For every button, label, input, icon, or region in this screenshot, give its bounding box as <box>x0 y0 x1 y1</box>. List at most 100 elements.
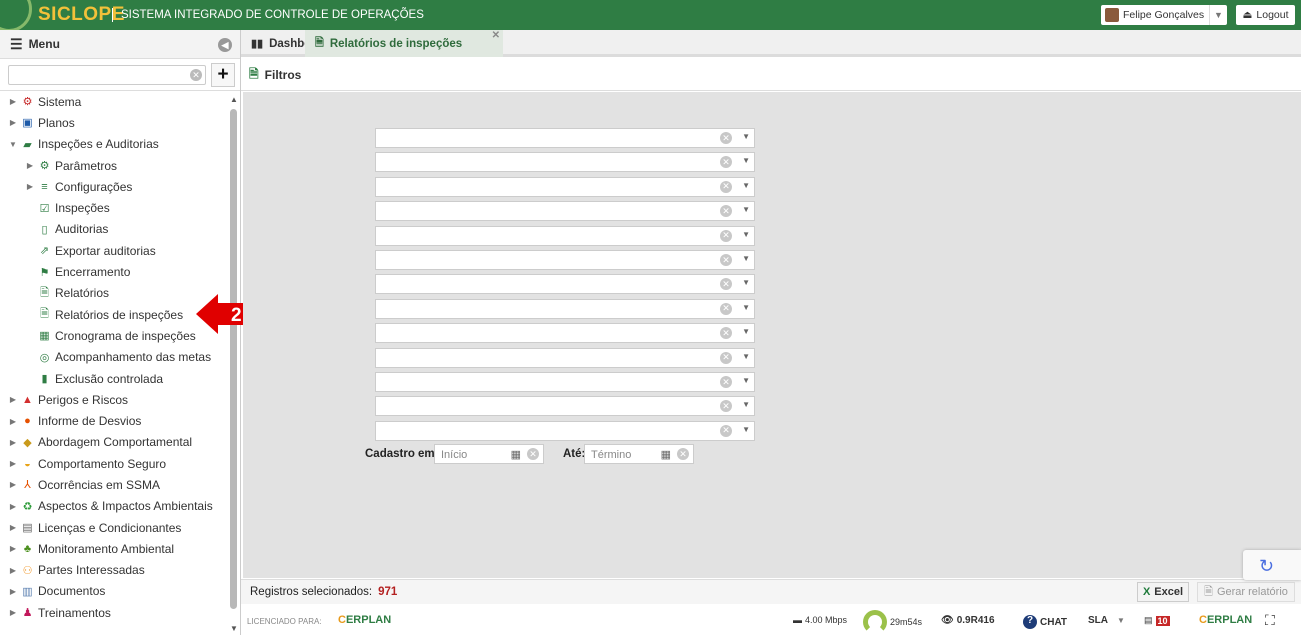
chevron-down-icon[interactable]: ▼ <box>742 156 750 165</box>
sidebar-item[interactable]: ▶ ♻ Aspectos & Impactos Ambientais <box>0 496 228 517</box>
sidebar-item[interactable]: ◎ Acompanhamento das metas <box>0 347 228 368</box>
caret-right-icon[interactable]: ▶ <box>8 544 18 553</box>
clear-icon[interactable]: ✕ <box>720 424 732 437</box>
clear-icon[interactable]: ✕ <box>720 400 732 413</box>
chevron-down-icon[interactable]: ▼ <box>742 352 750 361</box>
chevron-down-icon[interactable]: ▼ <box>742 254 750 263</box>
chevron-down-icon[interactable]: ▼ <box>742 376 750 385</box>
clear-icon[interactable]: ✕ <box>720 132 732 144</box>
filter-select[interactable]: ✕ ▼ <box>375 396 755 417</box>
sidebar-item[interactable]: ☑ Inspeções <box>0 197 228 218</box>
user-menu-button[interactable]: Felipe Gonçalves ▼ <box>1101 5 1227 25</box>
caret-right-icon[interactable]: ▶ <box>8 566 18 575</box>
filter-select[interactable]: ✕ ▼ <box>375 372 755 392</box>
caret-right-icon[interactable]: ▶ <box>8 502 18 511</box>
sidebar-item[interactable]: ▶ ⅄ Ocorrências em SSMA <box>0 474 228 495</box>
clear-icon[interactable]: ✕ <box>720 205 732 218</box>
clear-icon[interactable]: ✕ <box>720 180 732 193</box>
sidebar-item[interactable]: 🗎 Relatórios <box>0 283 228 304</box>
scroll-up-icon[interactable]: ▲ <box>230 95 238 104</box>
tab-relatorios-de-inspecoes[interactable]: 🗎 Relatórios de inspeções ✕ <box>305 30 503 57</box>
filter-select[interactable]: ✕ ▼ <box>375 176 755 197</box>
sidebar-item[interactable]: ▶ ▲ Perigos e Riscos <box>0 389 228 410</box>
sidebar-item[interactable]: ▮ Exclusão controlada <box>0 368 228 389</box>
sidebar-item[interactable]: ▶ ▥ Documentos <box>0 581 228 602</box>
chevron-down-icon[interactable]: ▼ <box>742 425 750 434</box>
caret-right-icon[interactable]: ▶ <box>8 523 18 532</box>
generate-report-button[interactable]: 🗎 Gerar relatório <box>1197 582 1295 602</box>
clear-date-icon[interactable]: ✕ <box>677 448 689 460</box>
sidebar-item[interactable]: ▶ ♣ Monitoramento Ambiental <box>0 538 228 559</box>
caret-right-icon[interactable]: ▶ <box>25 182 35 191</box>
hamburger-icon[interactable]: ☰ <box>10 36 23 53</box>
sidebar-item[interactable]: ⚑ Encerramento <box>0 261 228 282</box>
filter-select[interactable]: ✕ ▼ <box>375 420 755 441</box>
chevron-down-icon[interactable]: ▼ <box>742 205 750 214</box>
sidebar-item[interactable]: ▯ Auditorias <box>0 219 228 240</box>
clear-icon[interactable]: ✕ <box>720 327 732 340</box>
tab-dashboard[interactable]: ▮▮ Dashboard <box>241 30 329 57</box>
calendar-icon[interactable]: ▦ <box>511 448 521 461</box>
caret-right-icon[interactable]: ▶ <box>8 97 18 106</box>
recaptcha-badge[interactable]: ↻ <box>1243 550 1301 580</box>
clear-icon[interactable]: ✕ <box>720 302 732 315</box>
filter-select[interactable]: ✕ ▼ <box>375 323 755 344</box>
sidebar-item[interactable]: ▶ ▣ Planos <box>0 112 228 133</box>
chevron-down-icon[interactable]: ▼ <box>742 303 750 312</box>
fullscreen-icon[interactable]: ⛶ <box>1265 612 1275 629</box>
filter-select[interactable]: ✕ ▼ <box>375 347 755 368</box>
sidebar-scrollbar[interactable]: ▲ ▼ <box>229 91 239 635</box>
date-start-field[interactable]: Início ▦ ✕ <box>434 444 544 464</box>
scrollbar-thumb[interactable] <box>230 109 237 609</box>
sidebar-item[interactable]: ▶ ◒ Comportamento Seguro <box>0 453 228 474</box>
clear-icon[interactable]: ✕ <box>720 376 732 388</box>
filter-select[interactable]: ✕ ▼ <box>375 225 755 246</box>
caret-right-icon[interactable]: ▶ <box>8 417 18 426</box>
clear-icon[interactable]: ✕ <box>720 351 732 364</box>
chat-button[interactable]: ? CHAT <box>1023 615 1067 629</box>
sidebar-item[interactable]: ▶ ⚙ Sistema <box>0 91 228 112</box>
close-tab-icon[interactable]: ✕ <box>492 30 500 41</box>
caret-right-icon[interactable]: ▶ <box>25 161 35 170</box>
chevron-down-icon[interactable]: ▼ <box>1209 5 1227 25</box>
chevron-down-icon[interactable]: ▼ <box>742 327 750 336</box>
filter-select[interactable]: ✕ ▼ <box>375 298 755 319</box>
sidebar-item[interactable]: 🗎 Relatórios de inspeções <box>0 304 228 325</box>
caret-right-icon[interactable]: ▶ <box>8 395 18 404</box>
chevron-down-icon[interactable]: ▼ <box>742 400 750 409</box>
notifications[interactable]: ▤ 10 <box>1144 615 1170 626</box>
sidebar-item[interactable]: ▦ Cronograma de inspeções <box>0 325 228 346</box>
add-button[interactable]: + <box>211 63 235 87</box>
clear-date-icon[interactable]: ✕ <box>527 448 539 460</box>
sidebar-item[interactable]: ▼ ▰ Inspeções e Auditorias <box>0 134 228 155</box>
clear-icon[interactable]: ✕ <box>720 254 732 266</box>
excel-button[interactable]: X Excel <box>1137 582 1189 602</box>
filter-select[interactable]: ✕ ▼ <box>375 274 755 295</box>
date-end-field[interactable]: Término ▦ ✕ <box>584 444 694 464</box>
chevron-down-icon[interactable]: ▼ <box>742 278 750 287</box>
chevron-down-icon[interactable]: ▼ <box>742 132 750 141</box>
menu-search-input[interactable] <box>8 64 206 85</box>
sla-dropdown[interactable]: SLA ▼ <box>1088 615 1125 626</box>
caret-right-icon[interactable]: ▶ <box>8 587 18 596</box>
logout-button[interactable]: ⏏ Logout <box>1236 5 1295 25</box>
scroll-down-icon[interactable]: ▼ <box>230 624 238 633</box>
sidebar-item[interactable]: ⇗ Exportar auditorias <box>0 240 228 261</box>
clear-search-icon[interactable]: ✕ <box>190 69 202 81</box>
caret-right-icon[interactable]: ▶ <box>8 480 18 489</box>
caret-right-icon[interactable]: ▶ <box>8 438 18 447</box>
sidebar-item[interactable]: ▶ ⚇ Partes Interessadas <box>0 560 228 581</box>
filter-select[interactable]: ✕ ▼ <box>375 128 755 148</box>
filter-select[interactable]: ✕ ▼ <box>375 201 755 222</box>
sidebar-item[interactable]: ▶ ♟ Treinamentos <box>0 602 228 623</box>
collapse-sidebar-icon[interactable]: ◀ <box>218 38 232 52</box>
caret-right-icon[interactable]: ▶ <box>8 459 18 468</box>
calendar-icon[interactable]: ▦ <box>661 448 671 461</box>
clear-icon[interactable]: ✕ <box>720 156 732 169</box>
sidebar-item[interactable]: ▶ ≡ Configurações <box>0 176 228 197</box>
sidebar-item[interactable]: ▶ ⚙ Parâmetros <box>0 155 228 176</box>
caret-down-icon[interactable]: ▼ <box>8 140 18 149</box>
chevron-down-icon[interactable]: ▼ <box>742 181 750 190</box>
clear-icon[interactable]: ✕ <box>720 229 732 242</box>
filter-select[interactable]: ✕ ▼ <box>375 152 755 173</box>
